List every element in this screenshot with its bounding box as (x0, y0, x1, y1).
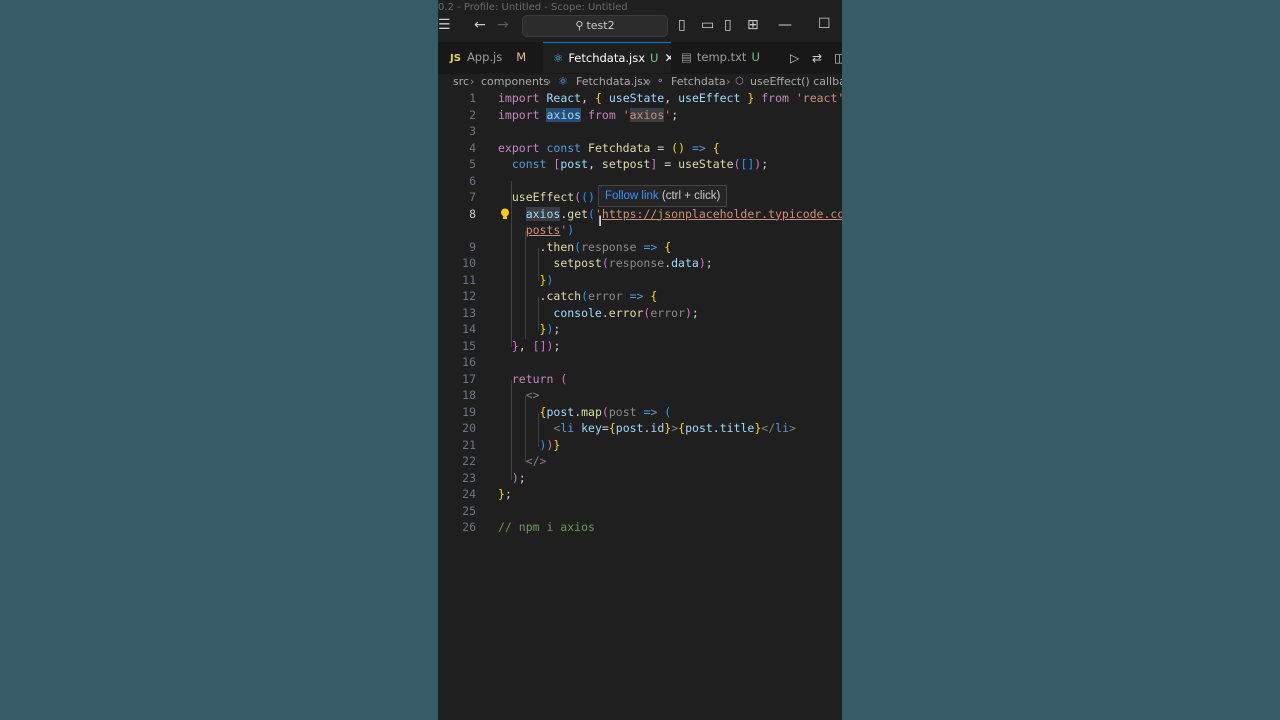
command-search-box[interactable]: ⚲ test2 (522, 15, 668, 37)
line-number: 5 (469, 157, 476, 171)
breadcrumb-item[interactable]: Fetchdata.jsx (576, 74, 649, 90)
line-number: 4 (469, 140, 476, 155)
function-icon: ⬡ (735, 76, 744, 87)
line-number: 23 (462, 470, 476, 485)
js-file-icon: JS (450, 53, 461, 64)
line-number: 19 (462, 404, 476, 419)
code-url-tail[interactable]: posts (526, 223, 561, 237)
text-cursor-icon: I (598, 214, 603, 230)
line-number: 15 (462, 338, 476, 353)
search-icon: ⚲ (575, 19, 584, 32)
tab-status: U (650, 51, 659, 65)
tab-fetchdata-jsx[interactable]: ⚛ Fetchdata.jsx U ✕ (543, 42, 675, 73)
line-number: 8 (469, 206, 476, 221)
line-number: 13 (462, 305, 476, 320)
forward-arrow-icon[interactable]: → (497, 18, 509, 32)
tab-status: M (516, 50, 527, 64)
tab-app-js[interactable]: JS App.js M (438, 42, 543, 74)
chevron-right-icon: › (470, 75, 475, 88)
line-number: 1 (469, 91, 476, 105)
chevron-right-icon: › (726, 75, 731, 88)
tab-label: Fetchdata.jsx (568, 51, 646, 65)
breadcrumb-item[interactable]: useEffect() callback (750, 74, 842, 90)
line-number: 10 (462, 256, 476, 270)
line-number: 18 (462, 388, 476, 402)
chevron-right-icon: › (647, 75, 652, 88)
follow-link[interactable]: Follow link (605, 190, 659, 202)
line-number: 7 (469, 190, 476, 204)
line-number: 6 (469, 173, 476, 188)
background-left (0, 0, 438, 720)
tab-temp-txt[interactable]: ▤ temp.txt U (671, 42, 771, 74)
tab-status: U (751, 50, 760, 64)
line-number: 11 (462, 272, 476, 287)
menu-icon[interactable]: ☰ (438, 18, 451, 32)
line-number: 14 (462, 322, 476, 336)
editor-tabs: JS App.js M ⚛ Fetchdata.jsx U ✕ ▤ temp.txt U ▷ … (438, 42, 842, 74)
file-icon: ▤ (681, 50, 692, 64)
code-url[interactable]: https://jsonplaceholder.typicode.com/ (602, 207, 842, 221)
maximize-icon[interactable]: ☐ (818, 17, 831, 31)
line-number: 24 (462, 487, 476, 501)
breadcrumb-item[interactable]: src (453, 74, 469, 90)
customize-layout-icon[interactable]: ⊞ (747, 18, 759, 32)
breadcrumb-item[interactable]: components (481, 74, 549, 90)
toggle-sidebar-icon[interactable]: ▯ (678, 18, 686, 32)
toggle-secondary-sidebar-icon[interactable]: ▯ (724, 18, 732, 32)
background-right (842, 0, 1280, 720)
window-title: 0.2 - Profile: Untitled - Scope: Untitle… (438, 2, 628, 13)
tooltip-hint: (ctrl + click) (661, 190, 721, 202)
line-number: 9 (469, 239, 476, 254)
back-arrow-icon[interactable]: ← (474, 18, 486, 32)
split-editor-icon[interactable]: ◫ (834, 51, 842, 65)
breadcrumb-item[interactable]: Fetchdata (671, 74, 726, 90)
line-number: 16 (462, 355, 476, 369)
code-comment: // npm i axios (498, 520, 595, 534)
tab-label: temp.txt (696, 50, 747, 64)
react-icon: ⚛ (553, 51, 564, 65)
lightbulb-icon[interactable] (500, 208, 510, 220)
line-number: 2 (469, 107, 476, 122)
line-number: 21 (462, 437, 476, 452)
search-text: test2 (586, 19, 615, 32)
compare-changes-icon[interactable]: ⇄ (812, 51, 822, 65)
line-number: 26 (462, 520, 476, 534)
line-number: 25 (462, 503, 476, 518)
chevron-right-icon: › (547, 75, 552, 88)
line-number: 17 (462, 371, 476, 386)
line-number: 12 (462, 289, 476, 303)
run-icon[interactable]: ▷ (790, 51, 799, 65)
line-number: 22 (462, 454, 476, 468)
symbol-icon: ⚬ (656, 76, 665, 87)
toggle-panel-icon[interactable]: ▭ (701, 18, 714, 32)
follow-link-tooltip: Follow link (ctrl + click) (598, 185, 728, 207)
title-bar: 0.2 - Profile: Untitled - Scope: Untitle… (438, 0, 842, 42)
react-icon: ⚛ (558, 75, 568, 88)
code-editor-window: 0.2 - Profile: Untitled - Scope: Untitle… (438, 0, 842, 720)
line-number: 20 (462, 421, 476, 435)
tab-label: App.js (466, 50, 503, 64)
breadcrumb: src › components › ⚛ Fetchdata.jsx › ⚬ F… (438, 74, 842, 90)
line-number: 3 (469, 124, 476, 138)
minimize-icon[interactable]: — (778, 18, 792, 32)
